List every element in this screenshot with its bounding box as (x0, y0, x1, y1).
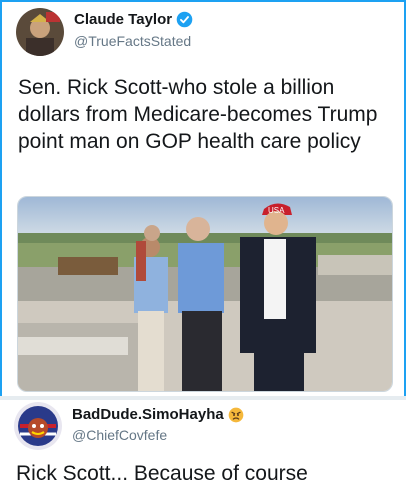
reply-tweet-text: Rick Scott... Because of course (16, 462, 308, 485)
avatar[interactable] (16, 8, 64, 56)
photo-image: USA (18, 197, 392, 391)
author-handle[interactable]: @TrueFactsStated (74, 33, 191, 49)
tweet-photo[interactable]: USA (17, 196, 393, 392)
reply-avatar[interactable] (14, 402, 62, 450)
reply-author-display-name[interactable]: BadDude.SimoHayha (72, 406, 224, 423)
tweet-text: Sen. Rick Scott-who stole a billion doll… (18, 76, 378, 153)
reply-author-name-line: BadDude.SimoHayha (72, 406, 244, 423)
verified-badge-icon (176, 11, 193, 28)
angry-face-icon (228, 407, 244, 423)
author-name-line: Claude Taylor (74, 11, 193, 28)
reply-tweet: BadDude.SimoHayha @ChiefCovfefe Rick Sco… (0, 400, 406, 490)
reply-author-handle[interactable]: @ChiefCovfefe (72, 427, 167, 443)
photo-cap-label: USA (268, 206, 285, 215)
main-tweet: Claude Taylor @TrueFactsStated Sen. Rick… (0, 0, 406, 396)
author-display-name[interactable]: Claude Taylor (74, 11, 172, 28)
